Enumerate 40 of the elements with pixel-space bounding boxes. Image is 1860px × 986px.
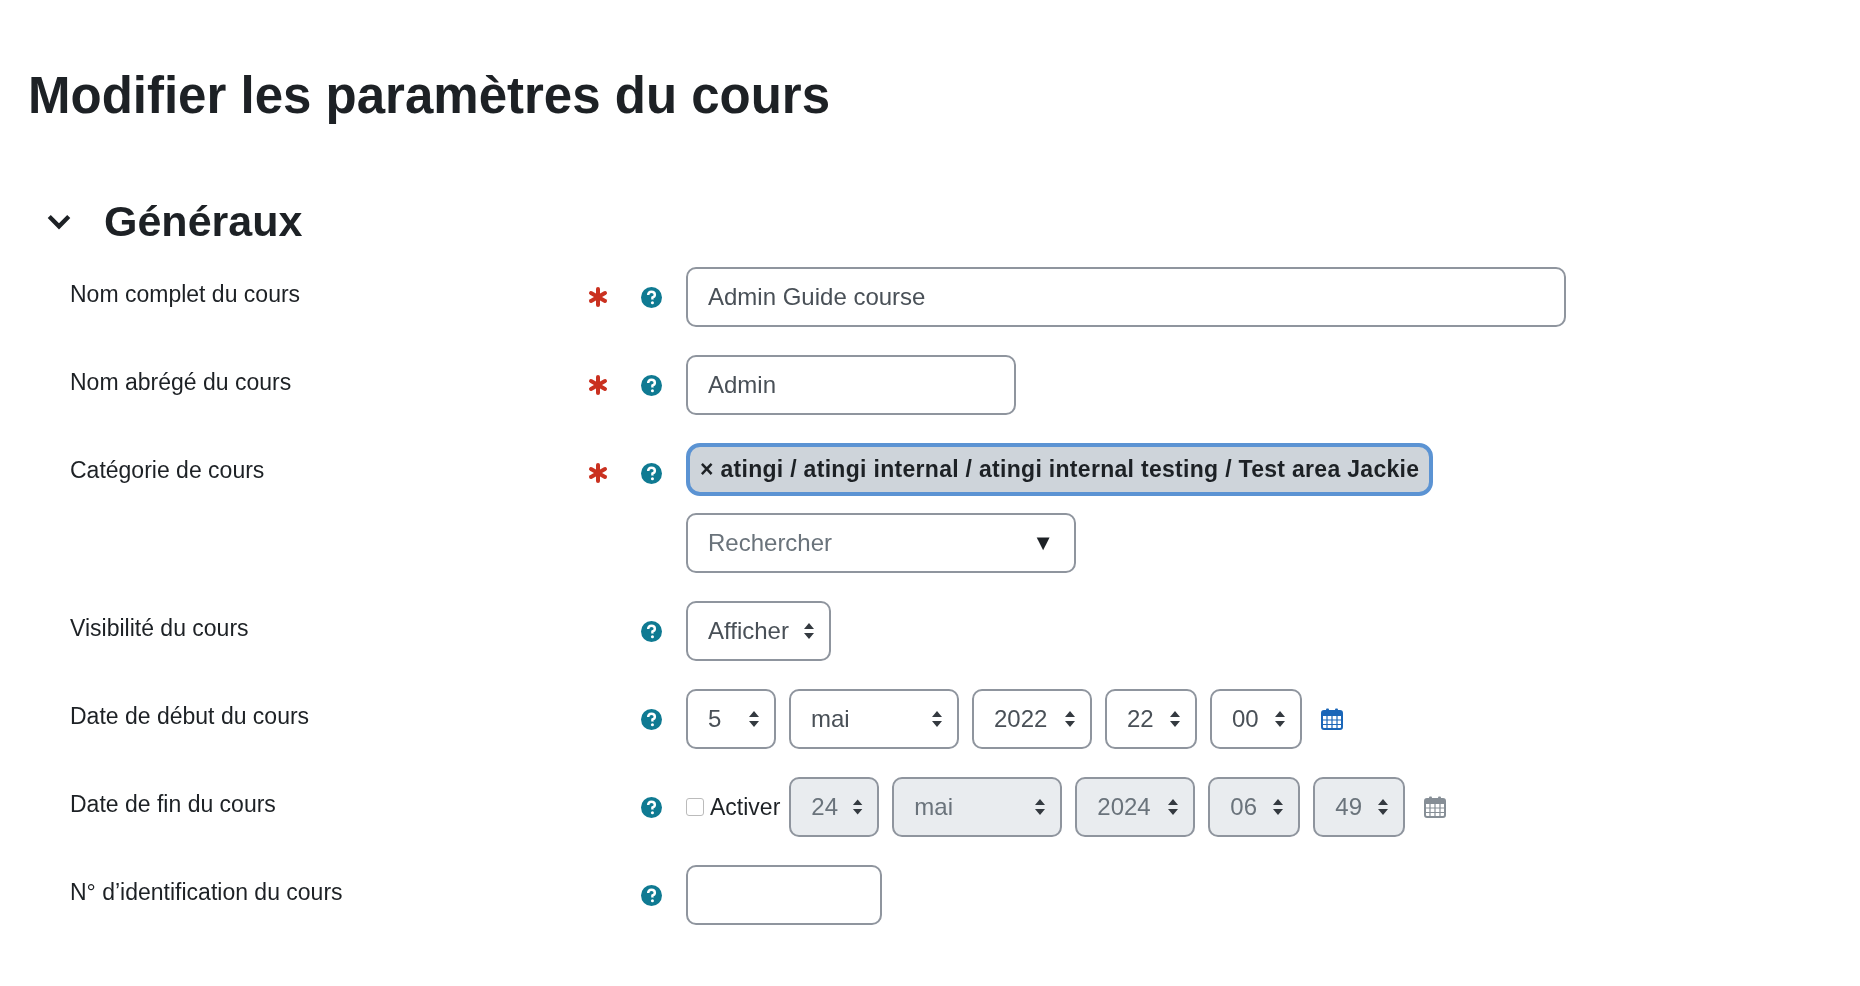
select-dropdown[interactable]: Afficher	[686, 601, 831, 662]
caret-icon: ▼	[1032, 530, 1054, 557]
up-down-arrows-icon	[1064, 710, 1076, 729]
field-label: N° d’identification du cours	[70, 878, 344, 908]
help-icon[interactable]	[640, 375, 662, 397]
up-down-arrows-icon	[802, 622, 815, 641]
up-down-arrows-icon	[1034, 798, 1047, 817]
date-select[interactable]: 22	[1105, 689, 1197, 750]
help-icon[interactable]	[640, 287, 662, 309]
up-down-arrows-icon	[748, 710, 760, 729]
field-label: Nom complet du cours	[70, 280, 302, 310]
text-field[interactable]: Admin	[686, 355, 1016, 416]
category-tag[interactable]: × atingi / atingi internal / atingi internal testing / Test area Jackie	[686, 443, 1434, 497]
help-icon[interactable]	[640, 885, 662, 907]
page-title: Modifier les paramètres du cours	[28, 68, 832, 125]
field-label: Nom abrégé du cours	[70, 368, 293, 398]
up-down-arrows-icon	[931, 710, 943, 729]
up-down-arrows-icon	[1274, 710, 1286, 729]
up-down-arrows-icon	[852, 798, 864, 817]
up-down-arrows-icon	[1169, 710, 1181, 729]
field-label: Date de fin du cours	[70, 790, 277, 820]
section-title[interactable]: Généraux	[104, 198, 303, 246]
date-select[interactable]: mai	[789, 689, 959, 750]
field-label: Catégorie de cours	[70, 456, 266, 486]
help-icon[interactable]	[640, 621, 662, 643]
help-icon[interactable]	[640, 709, 662, 731]
text-field[interactable]	[686, 865, 882, 926]
field-label: Visibilité du cours	[70, 614, 250, 644]
up-down-arrows-icon	[1272, 798, 1285, 817]
help-icon[interactable]	[640, 463, 662, 485]
date-select[interactable]: 00	[1210, 689, 1302, 750]
up-down-arrows-icon	[1377, 798, 1390, 817]
text-field[interactable]: Admin Guide course	[686, 267, 1566, 328]
date-select[interactable]: 2022	[972, 689, 1092, 750]
search-dropdown[interactable]: Rechercher ▼	[686, 513, 1076, 574]
field-label: Date de début du cours	[70, 702, 311, 732]
date-select[interactable]: 5	[686, 689, 776, 750]
calendar-icon[interactable]	[1321, 708, 1343, 731]
search-placeholder: Rechercher	[708, 529, 833, 558]
up-down-arrows-icon	[1167, 798, 1180, 817]
